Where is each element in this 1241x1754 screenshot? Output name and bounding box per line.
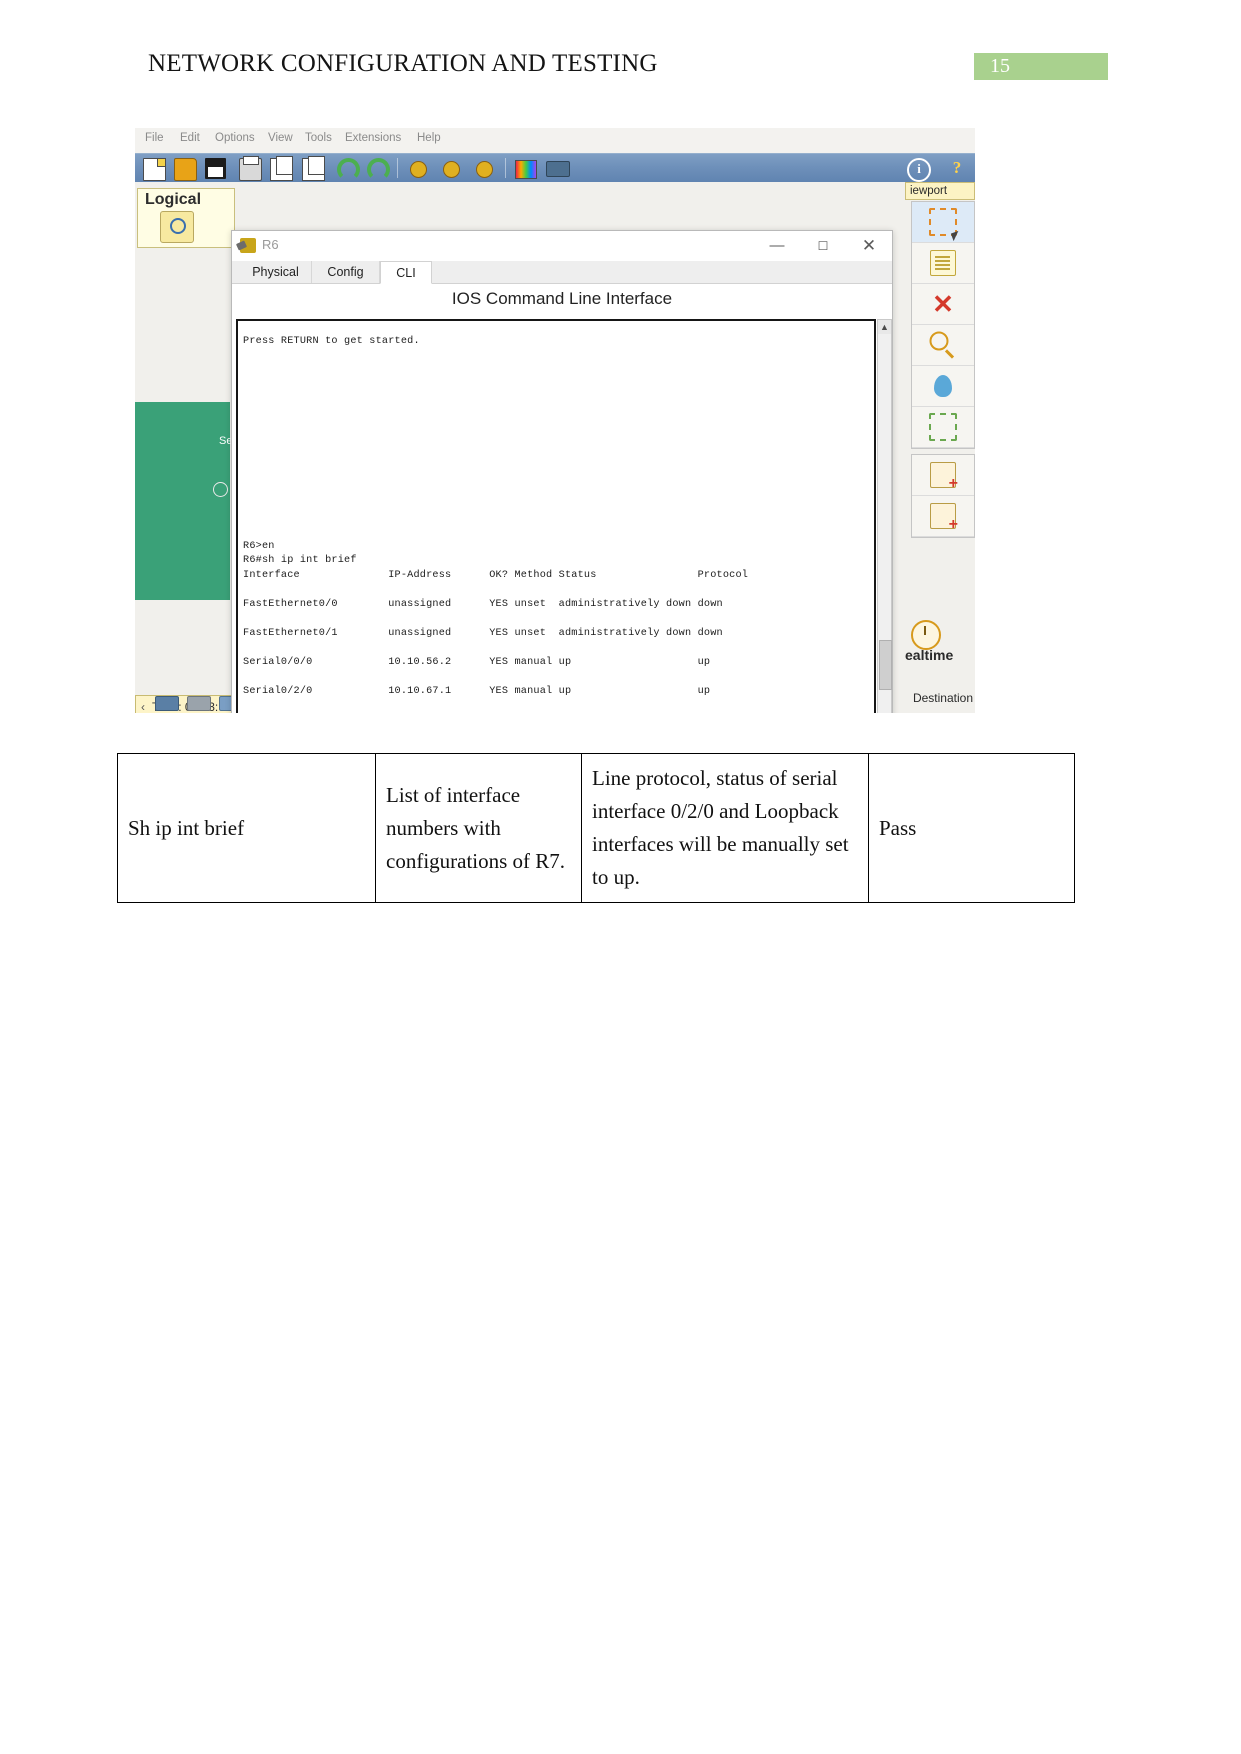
palette-icon[interactable] (515, 160, 537, 179)
paste-icon[interactable] (302, 156, 325, 181)
magnifier-icon (929, 331, 949, 351)
logical-topology-icon (160, 211, 194, 243)
simulation-panel: Se (135, 402, 232, 600)
custom-device-icon[interactable] (546, 161, 570, 177)
logical-view-button[interactable]: Logical (137, 188, 235, 248)
delete-tool[interactable]: ✕ (912, 284, 974, 325)
add-complex-pdu-tool[interactable] (912, 496, 974, 537)
menu-item-tools[interactable]: Tools (305, 132, 332, 144)
scroll-up-icon[interactable]: ▲ (878, 320, 891, 334)
menu-item-file[interactable]: File (145, 132, 164, 144)
cell-result: Pass (868, 753, 1075, 903)
select-cursor-icon (929, 208, 957, 236)
new-file-icon[interactable] (143, 158, 166, 181)
zoom-in-icon[interactable] (410, 161, 427, 178)
complex-pdu-icon (930, 503, 958, 534)
realtime-label: ealtime (905, 647, 954, 663)
device-thumb-switch[interactable] (187, 696, 211, 711)
document-header: NETWORK CONFIGURATION AND TESTING 15 (0, 0, 1241, 110)
help-icon[interactable]: ? (947, 158, 967, 178)
tab-physical[interactable]: Physical (240, 261, 312, 283)
pdu-tool-palette (911, 454, 975, 538)
realtime-clock-icon (911, 620, 941, 650)
viewport-label: iewport (905, 182, 975, 200)
close-button[interactable]: ✕ (846, 231, 892, 261)
print-icon[interactable] (239, 156, 262, 181)
copy-icon[interactable] (270, 156, 293, 181)
redo-icon[interactable] (367, 158, 390, 181)
menu-item-help[interactable]: Help (417, 132, 441, 144)
open-file-icon[interactable] (174, 158, 197, 181)
cli-scrollbar[interactable]: ▲ ▼ (877, 319, 892, 713)
cli-terminal[interactable]: Press RETURN to get started. R6>en R6#sh… (236, 319, 876, 713)
menu-item-edit[interactable]: Edit (180, 132, 200, 144)
select-tool[interactable] (912, 202, 974, 243)
destination-column-label: Destination (912, 691, 973, 705)
maximize-button[interactable]: ☐ (800, 231, 846, 261)
inspect-tool[interactable] (912, 325, 974, 366)
router-icon (240, 238, 256, 253)
clock-icon (213, 482, 228, 497)
minimize-button[interactable]: — (754, 231, 800, 261)
undo-icon[interactable] (337, 158, 360, 181)
cell-expected: List of interface numbers with configura… (375, 753, 582, 903)
delete-x-icon: ✕ (932, 289, 954, 319)
add-simple-pdu-tool[interactable] (912, 455, 974, 496)
previous-arrow-icon[interactable]: ‹ (141, 700, 145, 713)
toolbar-separator-2 (505, 158, 506, 178)
resize-shape-tool[interactable] (912, 407, 974, 448)
main-toolbar: i ? (135, 153, 975, 184)
r6-tab-bar: Physical Config CLI (232, 261, 892, 284)
logical-view-label: Logical (145, 191, 202, 208)
table-row: Sh ip int brief List of interface number… (117, 753, 1075, 903)
cell-observed: Line protocol, status of serial interfac… (581, 753, 869, 903)
menu-item-options[interactable]: Options (215, 132, 255, 144)
toolbar-separator-1 (397, 158, 398, 178)
save-icon[interactable] (205, 158, 226, 179)
info-icon[interactable]: i (907, 158, 931, 182)
cell-command: Sh ip int brief (117, 753, 376, 903)
page-number: 15 (990, 55, 1010, 77)
menu-bar: File Edit Options View Tools Extensions … (135, 128, 975, 153)
tool-palette: ✕ (911, 201, 975, 449)
r6-device-window: R6 — ☐ ✕ Physical Config CLI IOS Command… (231, 230, 893, 713)
test-results-table: Sh ip int brief List of interface number… (117, 753, 1075, 903)
zoom-out-icon[interactable] (476, 161, 493, 178)
packet-tracer-screenshot: File Edit Options View Tools Extensions … (135, 128, 975, 713)
page-number-badge: 15 (974, 53, 1108, 80)
tab-cli[interactable]: CLI (380, 261, 432, 284)
realtime-mode-toggle[interactable]: ealtime (905, 620, 975, 668)
tab-config[interactable]: Config (312, 261, 380, 283)
resize-icon (929, 413, 957, 441)
shape-icon (934, 375, 952, 397)
note-icon (930, 250, 956, 276)
right-tool-panel: iewport ✕ ealtime Destination (905, 182, 975, 713)
menu-item-view[interactable]: View (268, 132, 293, 144)
page-title: NETWORK CONFIGURATION AND TESTING (148, 50, 658, 77)
note-tool[interactable] (912, 243, 974, 284)
cli-heading: IOS Command Line Interface (451, 289, 673, 308)
r6-window-titlebar[interactable]: R6 — ☐ ✕ (232, 231, 892, 261)
workspace-area: Logical Se ‹ Time: 02:03: iewport ✕ + + … (135, 182, 975, 713)
r6-window-title: R6 (262, 237, 279, 252)
zoom-reset-icon[interactable] (443, 161, 460, 178)
simple-pdu-icon (930, 462, 958, 493)
cli-output-text: Press RETURN to get started. R6>en R6#sh… (243, 336, 749, 698)
shape-tool[interactable] (912, 366, 974, 407)
scrollbar-thumb[interactable] (879, 640, 892, 690)
device-thumb-router[interactable] (155, 696, 179, 711)
menu-item-extensions[interactable]: Extensions (345, 132, 401, 144)
